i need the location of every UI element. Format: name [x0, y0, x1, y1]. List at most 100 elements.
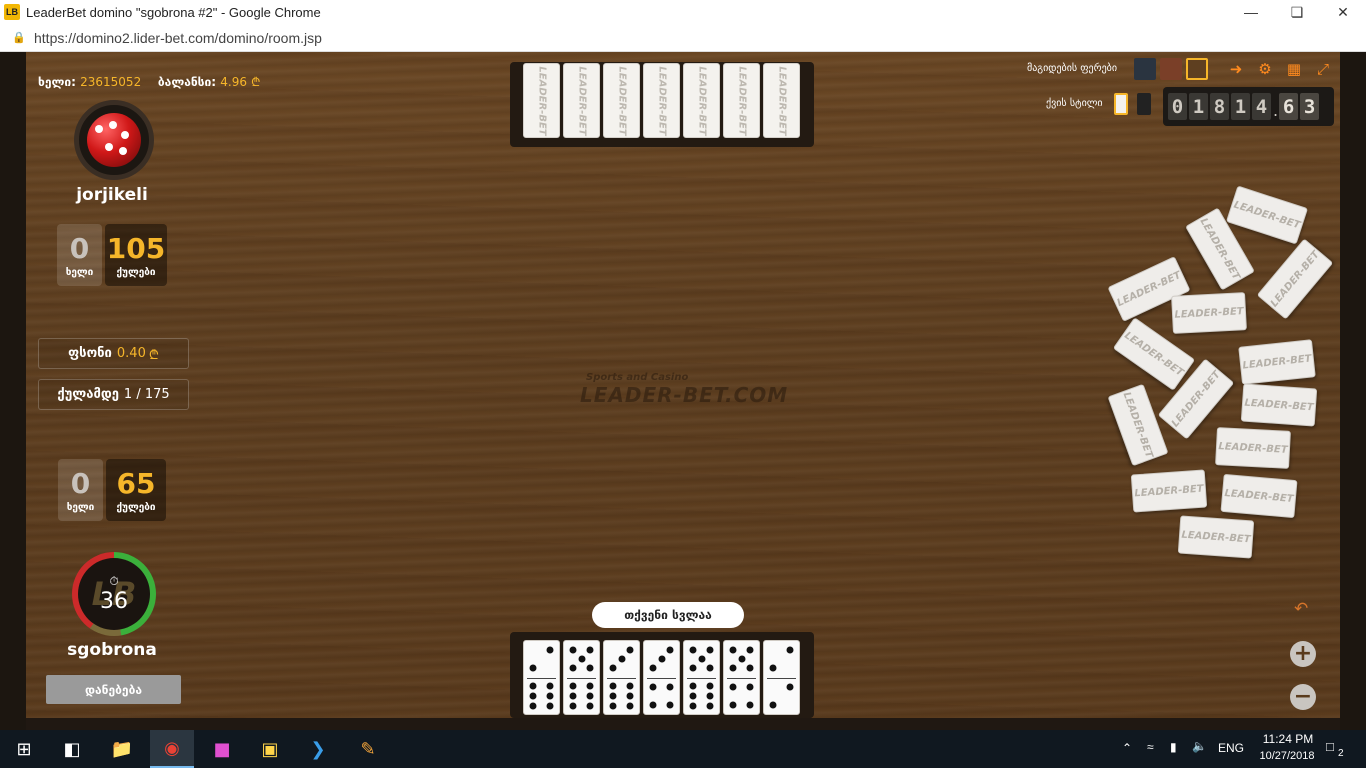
pip [586, 646, 594, 654]
file-explorer-icon[interactable]: 📁 [100, 730, 144, 768]
undo-icon[interactable]: ↶ [1294, 599, 1308, 619]
tray-chevron-icon[interactable]: ⌃ [1122, 741, 1132, 755]
player-domino-tile[interactable] [763, 640, 800, 715]
tile-back-logo: LEADER-BET [1242, 352, 1312, 372]
pip [529, 682, 537, 690]
domino-style-black[interactable] [1137, 93, 1151, 115]
clock-date[interactable]: 10/27/2018 [1252, 750, 1322, 762]
windows-start-icon[interactable]: ⊞ [2, 730, 46, 768]
opponent-points-label: ქულები [116, 267, 156, 278]
turn-message: თქვენი სვლაა [592, 602, 744, 628]
wifi-icon[interactable]: ≈ [1147, 740, 1154, 754]
task-view-icon[interactable]: ◧ [50, 730, 94, 768]
pip [746, 701, 754, 708]
table-color-option[interactable] [1134, 58, 1156, 80]
balance-digit: 1 [1231, 93, 1250, 120]
boneyard-tile[interactable]: LEADER-BET [1215, 427, 1291, 469]
fullscreen-icon[interactable]: ⤢ [1314, 60, 1332, 78]
address-bar[interactable]: 🔒 https://domino2.lider-bet.com/domino/r… [0, 24, 1366, 52]
table-edge [26, 718, 1340, 730]
pip [746, 664, 754, 672]
opponent-name: jorjikeli [76, 185, 148, 205]
zoom-out-button[interactable]: − [1290, 684, 1316, 710]
leaderbet-app-icon: LB [4, 4, 20, 20]
pip [706, 646, 714, 654]
give-up-button[interactable]: დანებება [46, 675, 181, 704]
boneyard-tile[interactable]: LEADER-BET [1171, 292, 1247, 334]
balance-label: ბალანსი: [157, 75, 217, 89]
pip [529, 702, 537, 710]
pip [529, 664, 537, 672]
player-domino-tile[interactable] [603, 640, 640, 715]
pip [569, 664, 577, 672]
tile-divider [687, 677, 716, 679]
balance-digit: 8 [1210, 93, 1229, 120]
tile-divider [647, 677, 676, 679]
paint-icon[interactable]: ✎ [346, 730, 390, 768]
tile-back-logo: LEADER-BET [1218, 440, 1288, 456]
exit-icon[interactable]: ➜ [1227, 60, 1245, 78]
table-color-label: მაგიდების ფერები [1027, 63, 1118, 74]
tile-half [724, 641, 759, 678]
pip [706, 664, 714, 672]
pip [609, 692, 617, 700]
opponent-points-box: 105 ქულები [105, 224, 167, 286]
lari-icon: ₾ [148, 347, 159, 363]
boneyard-tile[interactable]: LEADER-BET [1240, 383, 1318, 427]
tile-half [764, 641, 799, 678]
table-color-option-selected[interactable] [1186, 58, 1208, 80]
hand-id: 23615052 [80, 75, 142, 89]
notifications-icon[interactable]: □ [1326, 739, 1334, 754]
store-icon[interactable]: ▣ [248, 730, 292, 768]
gear-icon[interactable]: ⚙ [1256, 60, 1274, 78]
player-points-box: 65 ქულები [106, 459, 166, 521]
clock-time[interactable]: 11:24 PM [1258, 732, 1318, 746]
pip [546, 702, 554, 710]
language-indicator[interactable]: ENG [1218, 741, 1244, 755]
pip [586, 664, 594, 672]
tile-half [684, 641, 719, 678]
restore-button[interactable]: ❏ [1274, 0, 1320, 24]
pip [658, 655, 665, 663]
volume-icon[interactable]: 🔈 [1192, 739, 1207, 753]
grid-icon[interactable]: ▦ [1285, 60, 1303, 78]
tile-half [724, 678, 759, 715]
tile-back-logo: LEADER-BET [1224, 487, 1294, 505]
pip [626, 646, 634, 654]
player-domino-tile[interactable] [643, 640, 680, 715]
domino-style-white[interactable] [1114, 93, 1128, 115]
pip [698, 655, 705, 663]
player-domino-tile[interactable] [683, 640, 720, 715]
pip [666, 701, 674, 708]
url-text[interactable]: https://domino2.lider-bet.com/domino/roo… [34, 30, 322, 46]
player-domino-tile[interactable] [523, 640, 560, 715]
player-domino-tile[interactable] [723, 640, 760, 715]
pip [729, 646, 737, 654]
table-color-option[interactable] [1160, 58, 1182, 80]
minimize-button[interactable]: — [1228, 0, 1274, 24]
table-watermark: Sports and Casino LEADER-BET.COM [580, 372, 788, 407]
pip [626, 692, 634, 700]
pip [738, 655, 745, 663]
pip [746, 683, 754, 691]
pip [746, 646, 754, 654]
close-button[interactable]: ✕ [1320, 0, 1366, 24]
boneyard-tile[interactable]: LEADER-BET [1238, 339, 1316, 385]
chrome-icon[interactable]: ◉ [150, 730, 194, 768]
pip [649, 701, 657, 708]
boneyard-tile[interactable]: LEADER-BET [1220, 473, 1298, 519]
pip [586, 702, 594, 710]
zoom-in-button[interactable]: + [1290, 641, 1316, 667]
tile-back-logo: LEADER-BET [1181, 529, 1251, 545]
intellij-icon[interactable]: ■ [200, 730, 244, 768]
player-domino-tile[interactable] [563, 640, 600, 715]
balance-decimal-point: . [1273, 101, 1279, 120]
opponent-hands-box: 0 ხელი [57, 224, 102, 286]
vscode-icon[interactable]: ❯ [296, 730, 340, 768]
opponent-tile: LEADER-BET [603, 63, 640, 138]
boneyard-tile[interactable]: LEADER-BET [1130, 469, 1208, 513]
battery-icon[interactable]: ▮ [1170, 740, 1177, 754]
tile-back-logo: LEADER-BET [696, 65, 707, 136]
boneyard-tile[interactable]: LEADER-BET [1177, 515, 1255, 559]
pip [546, 682, 554, 690]
